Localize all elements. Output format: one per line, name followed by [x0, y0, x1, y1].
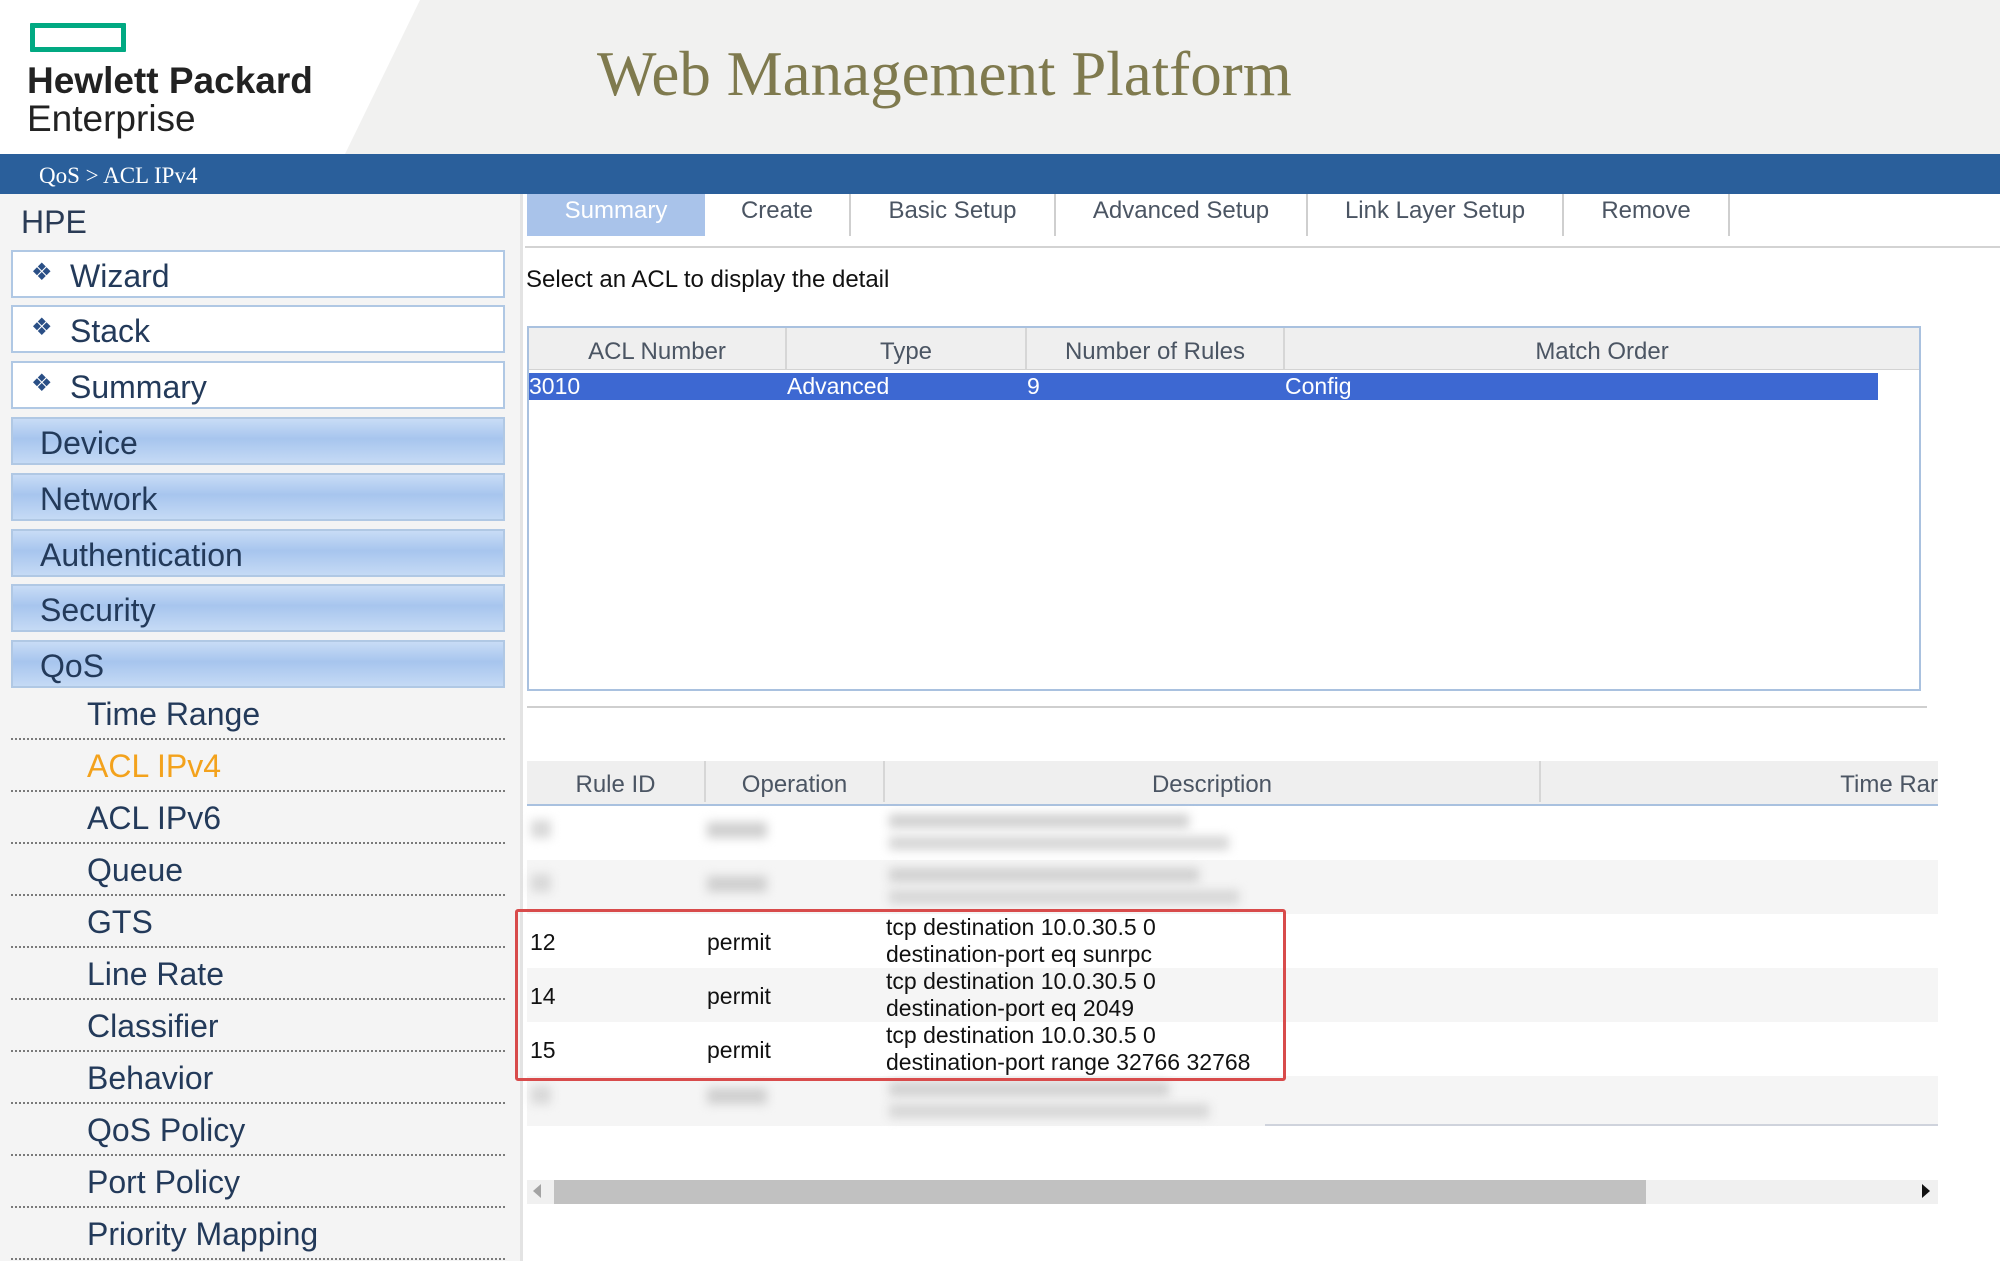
app-header: Hewlett Packard Enterprise Web Managemen… [0, 0, 2000, 154]
app-title: Web Management Platform [597, 39, 1292, 109]
table-bottom-border [1265, 1124, 1938, 1126]
instruction-text: Select an ACL to display the detail [526, 266, 890, 293]
table-row[interactable]: 3010 Advanced 9 Config [529, 373, 1878, 400]
sidebar-item-label: Behavior [87, 1060, 214, 1096]
sidebar-item-summary[interactable]: ❖ Summary [11, 361, 505, 409]
diamond-icon: ❖ [31, 314, 53, 341]
table-row-obscured [527, 860, 1938, 914]
sidebar-item-wizard[interactable]: ❖ Wizard [11, 250, 505, 298]
sidebar-item-label: Summary [70, 369, 207, 405]
sidebar-item-line-rate[interactable]: Line Rate [11, 948, 505, 1000]
sidebar-section-security[interactable]: Security [11, 584, 505, 632]
sidebar-section-qos[interactable]: QoS [11, 640, 505, 688]
cell-acl-number: 3010 [529, 373, 581, 399]
sidebar-item-acl-ipv4[interactable]: ACL IPv4 [11, 740, 505, 792]
column-header-match-order[interactable]: Match Order [1285, 328, 1919, 369]
cell-type: Advanced [787, 373, 890, 399]
rules-table-header: Rule ID Operation Description Time Rar [527, 761, 1938, 806]
sidebar-item-label: QoS Policy [87, 1112, 246, 1148]
sidebar-section-label: QoS [40, 648, 105, 684]
sidebar-item-label: ACL IPv4 [87, 748, 221, 784]
section-divider [527, 706, 1927, 708]
breadcrumb: QoS > ACL IPv4 [39, 163, 198, 188]
sidebar-item-label: Queue [87, 852, 184, 888]
scrollbar-thumb[interactable] [554, 1180, 1646, 1204]
tab-basic-setup[interactable]: Basic Setup [851, 194, 1056, 236]
sidebar-item-label: ACL IPv6 [87, 800, 221, 836]
tab-link-layer-setup[interactable]: Link Layer Setup [1308, 194, 1564, 236]
sidebar-item-qos-policy[interactable]: QoS Policy [11, 1104, 505, 1156]
sidebar-section-device[interactable]: Device [11, 417, 505, 465]
diamond-icon: ❖ [31, 370, 53, 397]
sidebar-item-gts[interactable]: GTS [11, 896, 505, 948]
sidebar-item-port-policy[interactable]: Port Policy [11, 1156, 505, 1208]
sidebar: HPE ❖ Wizard ❖ Stack ❖ Summary Device Ne… [0, 194, 523, 1261]
sidebar-item-label: Time Range [87, 696, 261, 732]
sidebar-item-label: Wizard [70, 258, 170, 294]
sidebar-item-stack[interactable]: ❖ Stack [11, 305, 505, 353]
table-row-obscured [527, 1076, 1938, 1126]
scroll-left-arrow-icon[interactable] [533, 1184, 541, 1198]
column-header-time-range[interactable]: Time Rar [1541, 761, 1938, 802]
tab-advanced-setup[interactable]: Advanced Setup [1056, 194, 1308, 236]
diamond-icon: ❖ [31, 259, 53, 286]
sidebar-section-label: Network [40, 481, 158, 517]
scroll-right-arrow-icon[interactable] [1922, 1184, 1930, 1198]
sidebar-item-label: Classifier [87, 1008, 219, 1044]
logo-panel: Hewlett Packard Enterprise [0, 0, 420, 154]
sidebar-item-label: Port Policy [87, 1164, 240, 1200]
sidebar-item-label: GTS [87, 904, 153, 940]
sidebar-item-queue[interactable]: Queue [11, 844, 505, 896]
sidebar-section-label: Device [40, 425, 138, 461]
sidebar-item-time-range[interactable]: Time Range [11, 688, 505, 740]
sidebar-item-label: Priority Mapping [87, 1216, 319, 1252]
table-row-obscured [527, 806, 1938, 860]
acl-table: ACL Number Type Number of Rules Match Or… [527, 326, 1921, 691]
column-header-number-of-rules[interactable]: Number of Rules [1027, 328, 1285, 369]
tab-create[interactable]: Create [705, 194, 851, 236]
horizontal-scrollbar[interactable] [527, 1180, 1938, 1204]
sidebar-item-label: Stack [70, 313, 151, 349]
logo-text-line1: Hewlett Packard [27, 60, 313, 101]
hpe-logo-icon [30, 23, 126, 52]
tab-summary[interactable]: Summary [527, 194, 705, 236]
column-header-operation[interactable]: Operation [706, 761, 885, 802]
breadcrumb-bar: QoS > ACL IPv4 [0, 154, 2000, 194]
sidebar-item-classifier[interactable]: Classifier [11, 1000, 505, 1052]
column-header-type[interactable]: Type [787, 328, 1027, 369]
column-header-rule-id[interactable]: Rule ID [527, 761, 706, 802]
sidebar-item-label: Line Rate [87, 956, 224, 992]
sidebar-section-label: Authentication [40, 537, 243, 573]
sidebar-item-behavior[interactable]: Behavior [11, 1052, 505, 1104]
tab-bar: Summary Create Basic Setup Advanced Setu… [525, 194, 2000, 248]
sidebar-section-label: Security [40, 592, 156, 628]
sidebar-item-priority-mapping[interactable]: Priority Mapping [11, 1208, 505, 1260]
cell-match-order: Config [1285, 373, 1352, 399]
sidebar-section-network[interactable]: Network [11, 473, 505, 521]
acl-table-header: ACL Number Type Number of Rules Match Or… [529, 328, 1919, 370]
sidebar-section-authentication[interactable]: Authentication [11, 529, 505, 577]
sidebar-root[interactable]: HPE [21, 204, 87, 241]
sidebar-item-acl-ipv6[interactable]: ACL IPv6 [11, 792, 505, 844]
highlight-box [515, 909, 1286, 1081]
tab-remove[interactable]: Remove [1564, 194, 1730, 236]
cell-number-of-rules: 9 [1027, 373, 1040, 399]
column-header-description[interactable]: Description [885, 761, 1541, 802]
logo-text-line2: Enterprise [27, 98, 196, 139]
column-header-acl-number[interactable]: ACL Number [529, 328, 787, 369]
